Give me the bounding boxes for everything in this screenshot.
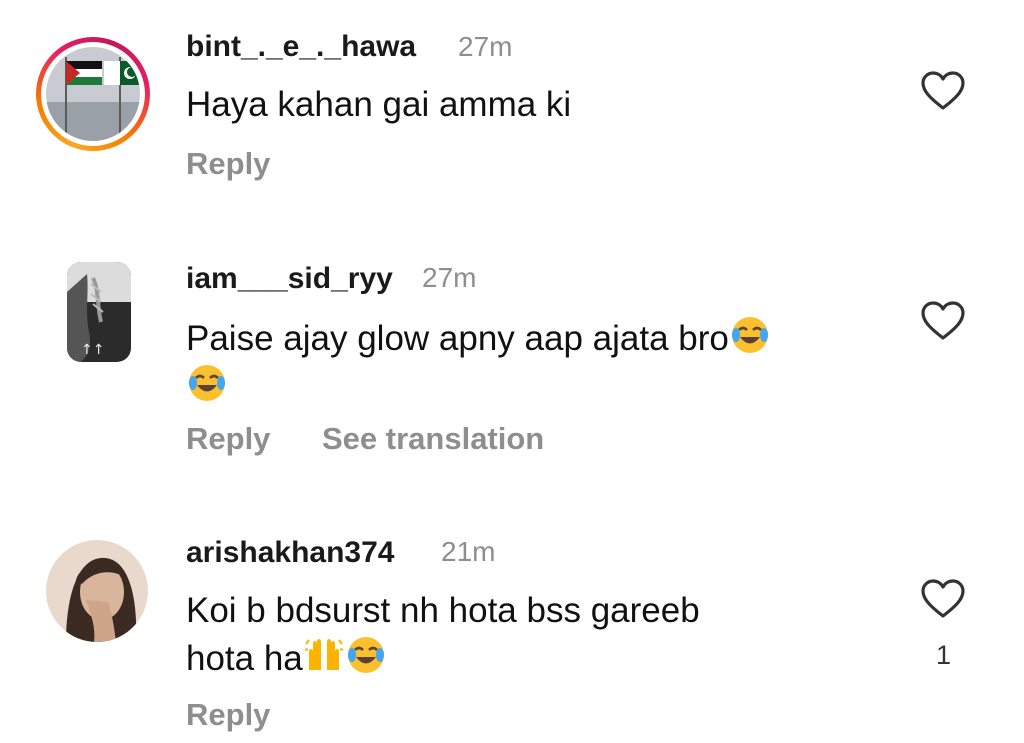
comment-text-line: hota ha <box>186 639 303 678</box>
comment-username[interactable]: arishakhan374 <box>186 536 394 570</box>
comment-text-line: Koi b bdsurst nh hota bss gareeb <box>186 591 700 630</box>
raising-hands-icon <box>303 634 345 676</box>
face-with-tears-of-joy-icon <box>345 634 387 676</box>
like-count: 1 <box>936 640 952 670</box>
avatar[interactable] <box>46 540 148 642</box>
comment-item: arishakhan374 21m Koi b bdsurst nh hota … <box>0 0 1024 743</box>
reply-button[interactable]: Reply <box>186 697 270 733</box>
heart-outline-icon[interactable] <box>920 578 966 620</box>
portrait-avatar-icon <box>46 540 148 642</box>
comment-text: Koi b bdsurst nh hota bss gareeb hota ha <box>186 588 700 682</box>
comment-timestamp: 21m <box>441 536 496 567</box>
